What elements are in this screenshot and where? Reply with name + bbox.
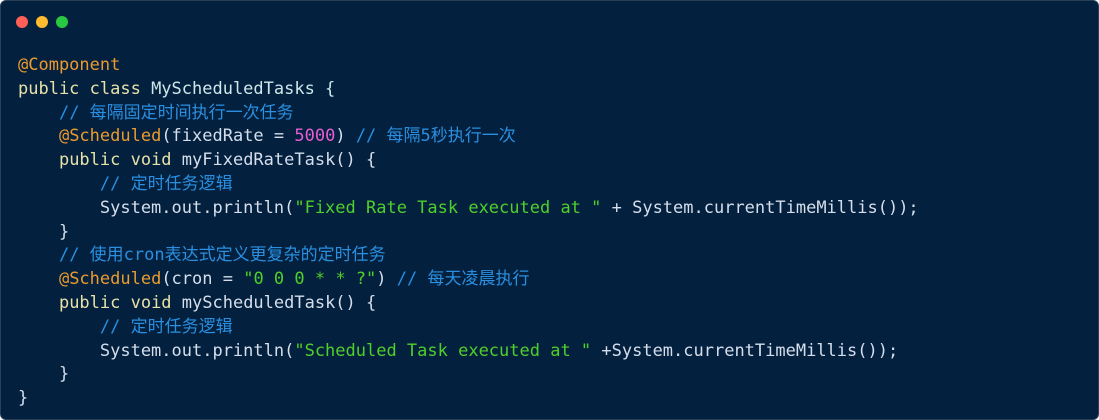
code-line: } [18,221,919,245]
code-token: System.out.println( [18,197,295,218]
code-token: myScheduledTask() { [181,292,377,313]
code-token: (fixedRate = [161,126,295,147]
code-token: } [18,388,29,409]
code-token: + System.currentTimeMillis()); [601,197,919,218]
string-token: "0 0 0 * * ?" [243,269,377,290]
comment-token: // 定时任务逻辑 [99,316,233,337]
code-token: ) [335,126,356,147]
code-line: // 每隔固定时间执行一次任务 [18,102,919,126]
code-line: @Component [18,54,919,78]
code-token: ) [376,269,397,290]
code-line: public void myScheduledTask() { [18,292,919,316]
code-window: @Component public class MyScheduledTasks … [0,0,1099,420]
code-line: // 使用cron表达式定义更复杂的定时任务 [18,244,919,268]
keyword-token: public class [18,78,152,99]
code-token: } [18,364,70,385]
code-line: public class MyScheduledTasks { [18,78,919,102]
code-token: System.out.println( [18,340,295,361]
comment-token: // 每天凌晨执行 [396,269,530,290]
close-button-icon[interactable] [16,16,28,28]
code-line: @Scheduled(cron = "0 0 0 * * ?") // 每天凌晨… [18,268,919,292]
string-token: "Fixed Rate Task executed at " [294,197,602,218]
window-titlebar [1,1,1098,43]
zoom-button-icon[interactable] [56,16,68,28]
code-line: public void myFixedRateTask() { [18,149,919,173]
keyword-token: public void [58,150,182,171]
keyword-token: public void [58,292,182,313]
class-name-token: MyScheduledTasks { [151,78,336,99]
comment-token: // 每隔5秒执行一次 [355,126,516,147]
code-token: +System.currentTimeMillis()); [591,340,899,361]
annotation-token: @Component [18,55,121,75]
code-token: (cron = [161,269,244,290]
annotation-token: @Scheduled [58,126,162,147]
code-token: myFixedRateTask() { [181,150,377,171]
code-token: } [18,221,70,242]
code-line: } [18,387,919,411]
code-line: System.out.println("Scheduled Task execu… [18,340,919,364]
annotation-token: @Scheduled [58,269,162,290]
comment-token: // 定时任务逻辑 [99,173,233,194]
code-block[interactable]: @Component public class MyScheduledTasks … [18,54,919,411]
code-line: // 定时任务逻辑 [18,316,919,340]
code-line: System.out.println("Fixed Rate Task exec… [18,197,919,221]
code-line: } [18,363,919,387]
minimize-button-icon[interactable] [36,16,48,28]
comment-token: // 每隔固定时间执行一次任务 [58,102,294,123]
string-token: "Scheduled Task executed at " [294,340,592,361]
number-token: 5000 [294,126,336,147]
code-line: // 定时任务逻辑 [18,173,919,197]
code-line: @Scheduled(fixedRate = 5000) // 每隔5秒执行一次 [18,125,919,149]
comment-token: // 使用cron表达式定义更复杂的定时任务 [58,245,386,266]
